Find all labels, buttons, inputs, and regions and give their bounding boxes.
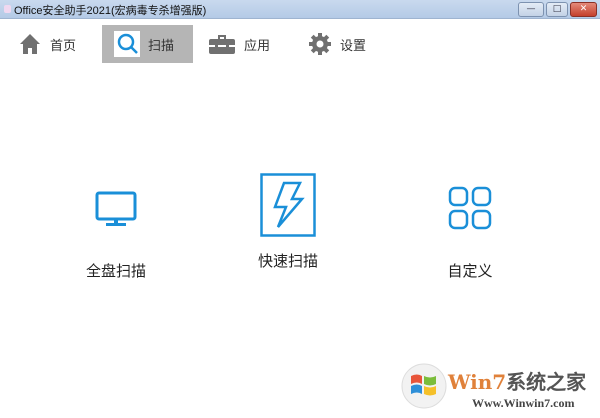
quick-scan-label: 快速扫描 — [257, 252, 318, 270]
title-bar: Office安全助手2021(宏病毒专杀增强版) — □ ✕ — [0, 0, 600, 19]
nav-settings-label: 设置 — [340, 38, 367, 54]
nav-apps[interactable]: 应用 — [208, 25, 288, 63]
nav-apps-label: 应用 — [244, 38, 271, 54]
watermark-brand-suffix: 系统之家 — [506, 370, 587, 394]
full-scan-label: 全盘扫描 — [85, 262, 146, 280]
watermark-url: Www.Winwin7.com — [472, 396, 575, 410]
custom-scan-option[interactable]: 自定义 — [430, 186, 510, 280]
home-icon — [20, 34, 40, 54]
lightning-icon — [260, 173, 316, 237]
full-scan-option[interactable]: 全盘扫描 — [76, 186, 156, 280]
windows-logo-icon — [401, 363, 447, 409]
minimize-button[interactable]: — — [518, 2, 544, 17]
window-title: Office安全助手2021(宏病毒专杀增强版) — [14, 5, 207, 17]
search-icon — [114, 31, 140, 57]
watermark: Win7系统之家 Www.Winwin7.com — [400, 362, 586, 414]
toolbox-icon — [209, 35, 235, 54]
nav-settings[interactable]: 设置 — [308, 25, 388, 63]
maximize-button[interactable]: □ — [546, 2, 568, 17]
grid-icon — [448, 186, 492, 230]
close-button[interactable]: ✕ — [570, 2, 597, 17]
gear-icon — [309, 33, 331, 55]
custom-scan-label: 自定义 — [447, 262, 493, 280]
monitor-icon — [95, 191, 137, 226]
nav-scan-label: 扫描 — [148, 38, 175, 54]
nav-scan[interactable]: 扫描 — [102, 25, 193, 63]
watermark-brand: Win7 — [448, 370, 507, 394]
nav-home[interactable]: 首页 — [16, 25, 96, 63]
nav-home-label: 首页 — [50, 38, 77, 54]
app-icon — [4, 5, 11, 13]
quick-scan-option[interactable]: 快速扫描 — [248, 173, 328, 270]
